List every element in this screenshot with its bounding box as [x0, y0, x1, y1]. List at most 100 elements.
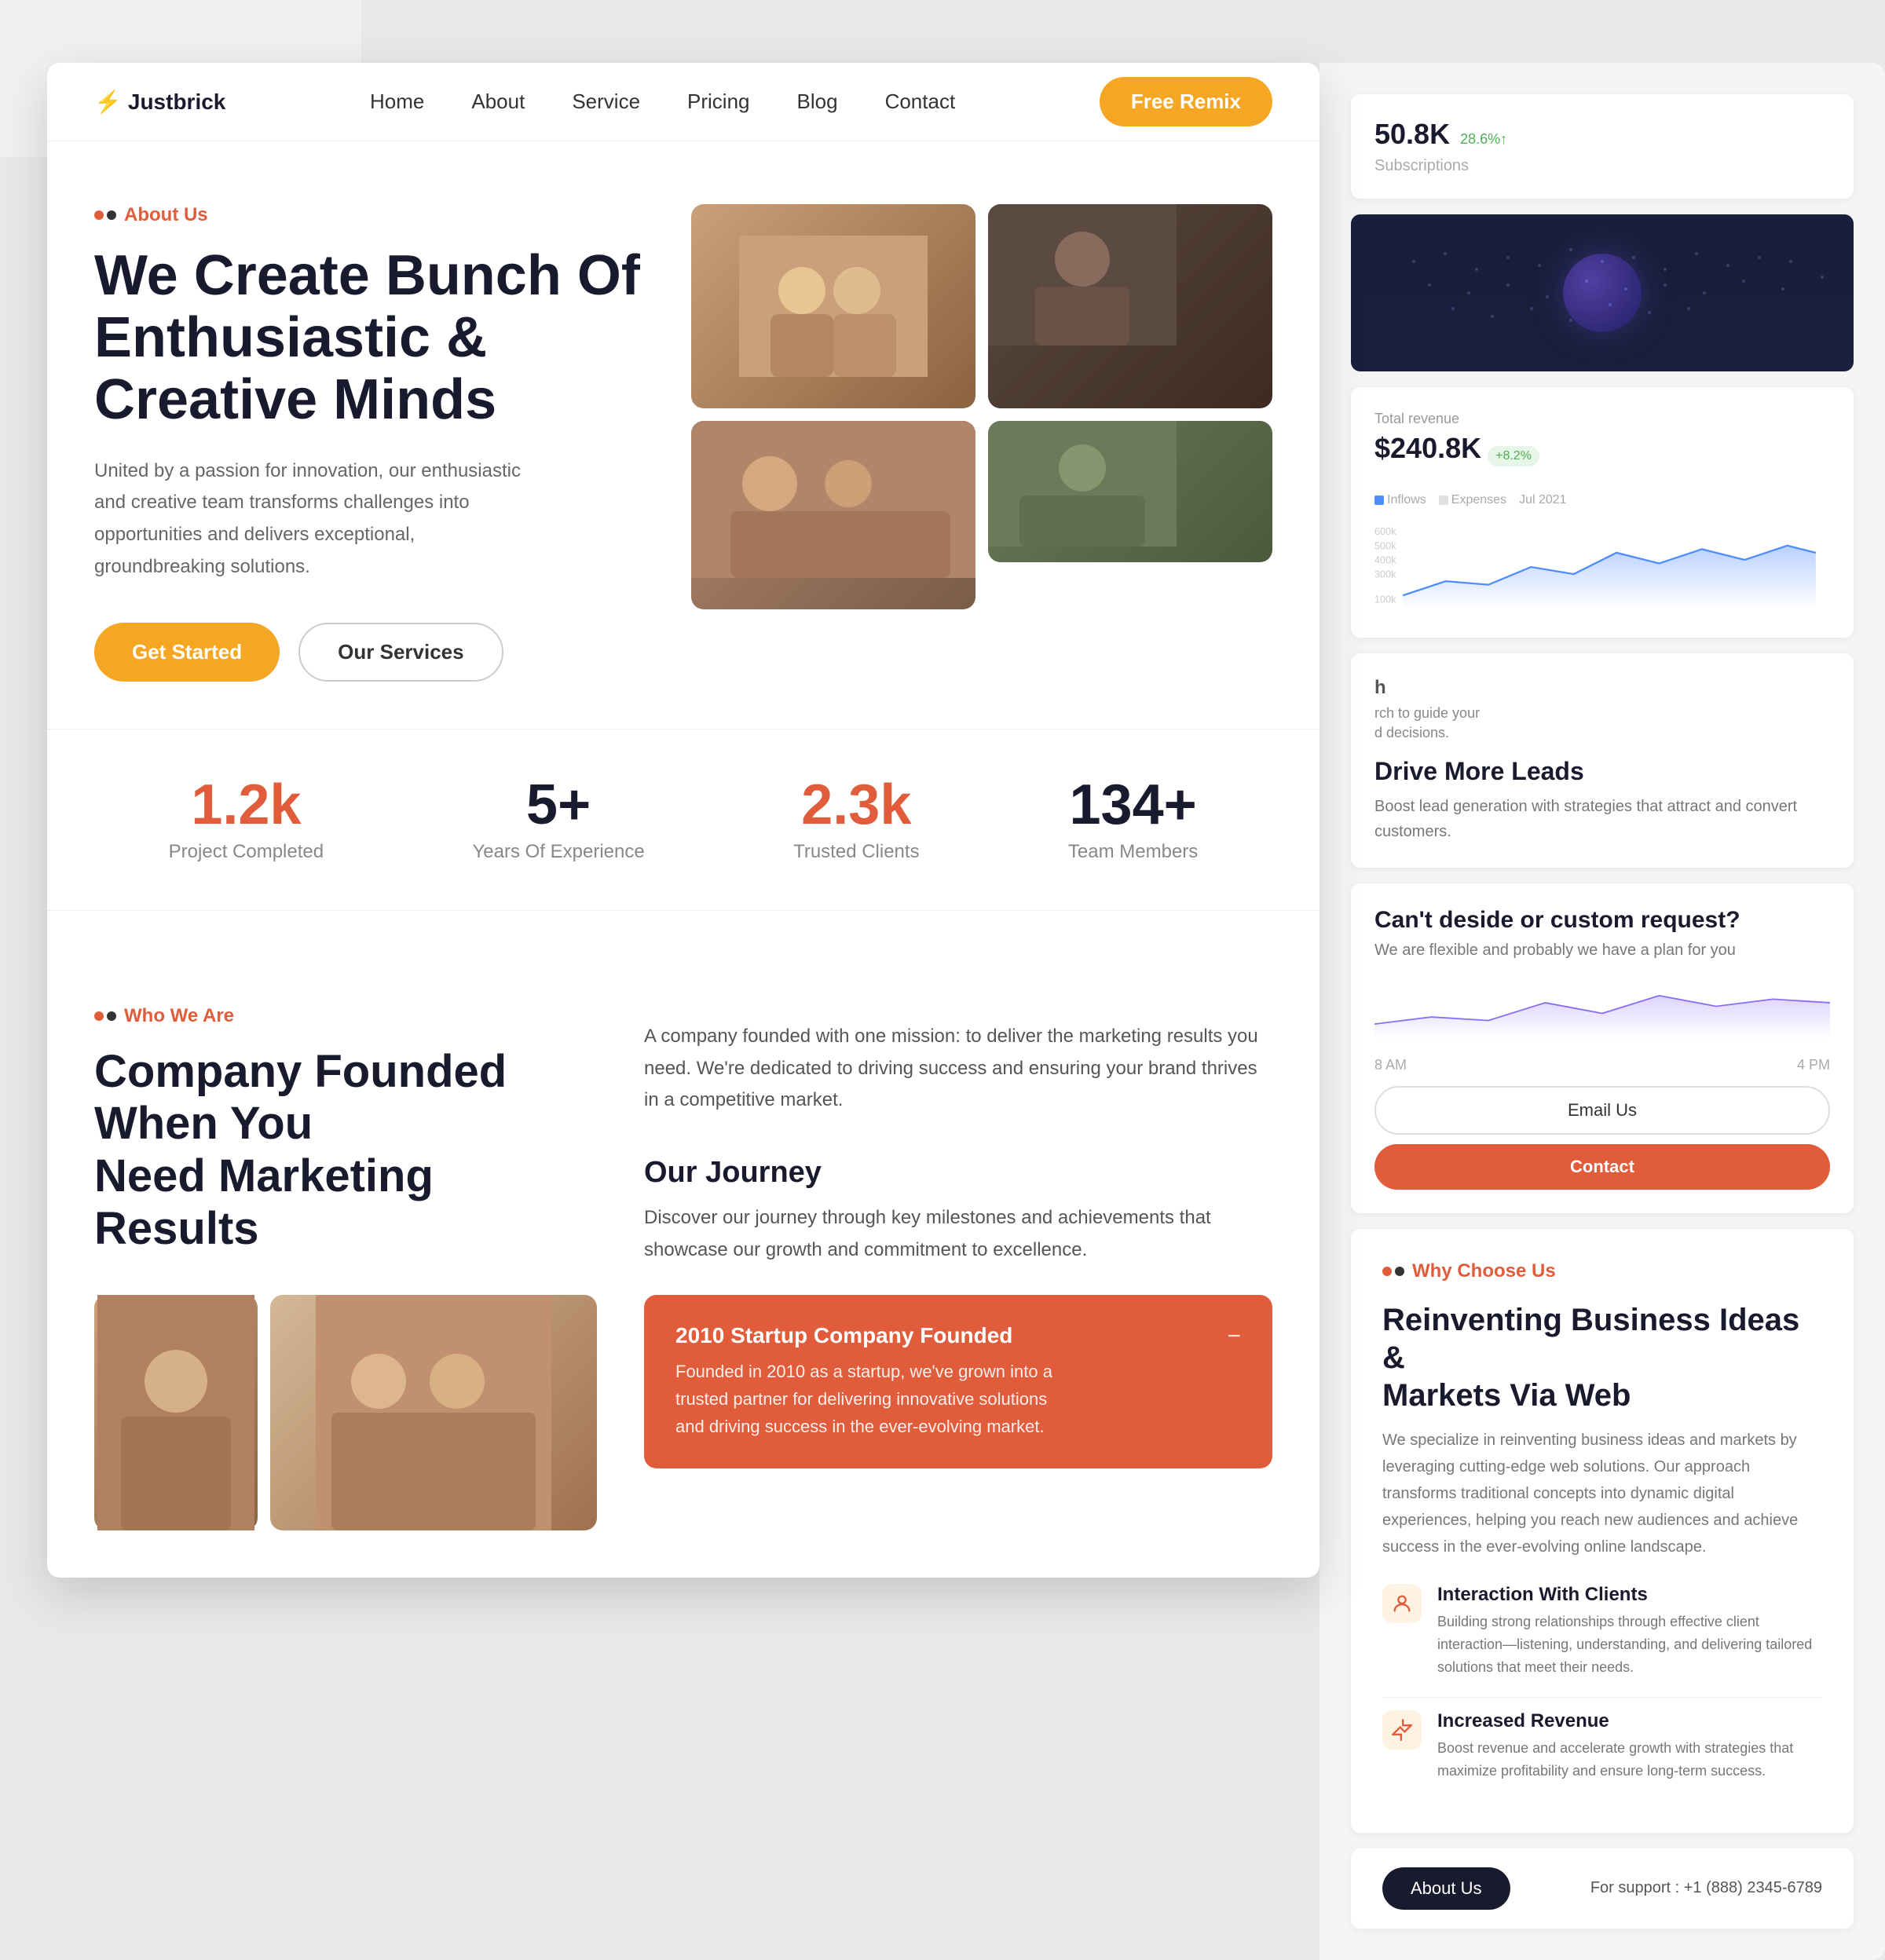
hero-description: United by a passion for innovation, our …	[94, 455, 550, 583]
why-dots	[1382, 1267, 1404, 1276]
journey-card-icon: −	[1227, 1323, 1241, 1350]
subscriptions-label: Subscriptions	[1374, 157, 1830, 175]
why-choose-card: Why Choose Us Reinventing Business Ideas…	[1351, 1229, 1854, 1833]
who-image-2	[270, 1295, 597, 1530]
hero-title: We Create Bunch Of Enthusiastic & Creati…	[94, 245, 644, 432]
stats-section: 1.2k Project Completed 5+ Years Of Exper…	[47, 729, 1320, 911]
time-label-pm: 4 PM	[1797, 1057, 1830, 1073]
why-icon-1	[1382, 1584, 1422, 1623]
nav-item-service[interactable]: Service	[572, 90, 640, 114]
hero-buttons: Get Started Our Services	[94, 623, 644, 682]
journey-title: Our Journey	[644, 1156, 1272, 1190]
dot-dark-2	[107, 1011, 116, 1021]
stat-team: 134+ Team Members	[1068, 777, 1198, 863]
time-label-am: 8 AM	[1374, 1057, 1407, 1073]
nav-item-contact[interactable]: Contact	[885, 90, 956, 114]
search-desc2: d decisions.	[1374, 725, 1830, 741]
why-feature-2-text: Boost revenue and accelerate growth with…	[1437, 1737, 1822, 1783]
nav-item-home[interactable]: Home	[370, 90, 424, 114]
get-started-button[interactable]: Get Started	[94, 623, 280, 682]
our-services-button[interactable]: Our Services	[298, 623, 503, 682]
journey-description: Discover our journey through key milesto…	[644, 1202, 1272, 1267]
legend-expenses: Expenses	[1439, 493, 1506, 507]
leads-title: Drive More Leads	[1374, 757, 1830, 786]
svg-text:400k: 400k	[1374, 554, 1396, 565]
email-us-button[interactable]: Email Us	[1374, 1086, 1830, 1135]
hero-section: About Us We Create Bunch Of Enthusiastic…	[47, 141, 1320, 729]
who-images	[94, 1295, 597, 1530]
svg-text:600k: 600k	[1374, 526, 1396, 537]
navbar: ⚡ Justbrick Home About Service Pricing B…	[47, 63, 1320, 141]
nav-item-blog[interactable]: Blog	[797, 90, 838, 114]
stat-experience-label: Years Of Experience	[472, 841, 644, 863]
nav-item-about[interactable]: About	[471, 90, 525, 114]
why-section-label: Why Choose Us	[1382, 1260, 1822, 1282]
why-choose-label: Why Choose Us	[1412, 1260, 1556, 1282]
top-stats-card: 50.8K 28.6%↑ Subscriptions	[1351, 94, 1854, 199]
revenue-chart: 600k 500k 400k 300k 100k	[1374, 520, 1830, 614]
right-panel: 50.8K 28.6%↑ Subscriptions	[1320, 63, 1885, 1960]
stats-subscriptions-label: 50.8K 28.6%↑	[1374, 118, 1830, 151]
svg-text:500k: 500k	[1374, 540, 1396, 551]
who-description: A company founded with one mission: to d…	[644, 1021, 1272, 1117]
who-label-row: Who We Are	[94, 1005, 597, 1027]
stat-experience: 5+ Years Of Experience	[472, 777, 644, 863]
who-left: Who We Are Company Founded When You Need…	[94, 1005, 597, 1530]
stat-clients-number: 2.3k	[793, 777, 920, 833]
bottom-bar: About Us For support : +1 (888) 2345-678…	[1351, 1848, 1854, 1929]
why-feature-1-text: Building strong relationships through ef…	[1437, 1611, 1822, 1678]
why-title: Reinventing Business Ideas & Markets Via…	[1382, 1301, 1822, 1414]
stat-clients-label: Trusted Clients	[793, 841, 920, 863]
who-section: Who We Are Company Founded When You Need…	[47, 958, 1320, 1578]
why-feature-1-title: Interaction With Clients	[1437, 1584, 1822, 1606]
why-feature-1-content: Interaction With Clients Building strong…	[1437, 1584, 1822, 1678]
stat-projects-number: 1.2k	[169, 777, 324, 833]
who-image-1	[94, 1295, 258, 1530]
custom-text: We are flexible and probably we have a p…	[1374, 942, 1830, 960]
search-desc1: rch to guide your	[1374, 705, 1830, 722]
logo-icon: ⚡	[94, 89, 122, 115]
leads-text: Boost lead generation with strategies th…	[1374, 794, 1830, 844]
stat-team-label: Team Members	[1068, 841, 1198, 863]
map-card	[1351, 214, 1854, 371]
label-dots	[94, 210, 116, 220]
why-feature-2-title: Increased Revenue	[1437, 1710, 1822, 1732]
stat-team-number: 134+	[1068, 777, 1198, 833]
why-feature-1: Interaction With Clients Building strong…	[1382, 1584, 1822, 1678]
mini-chart	[1374, 978, 1830, 1041]
stat-clients: 2.3k Trusted Clients	[793, 777, 920, 863]
nav-item-pricing[interactable]: Pricing	[687, 90, 749, 114]
why-feature-2-content: Increased Revenue Boost revenue and acce…	[1437, 1710, 1822, 1783]
divider	[1382, 1697, 1822, 1698]
nav-links: Home About Service Pricing Blog Contact	[370, 90, 955, 114]
revenue-label: Total revenue	[1374, 411, 1830, 427]
stats-badge: 28.6%↑	[1460, 131, 1507, 147]
contact-button[interactable]: Contact	[1374, 1144, 1830, 1190]
custom-request-card: Can't deside or custom request? We are f…	[1351, 883, 1854, 1213]
search-partial: h	[1374, 677, 1830, 699]
who-we-are-label: Who We Are	[124, 1005, 234, 1027]
revenue-badge: +8.2%	[1488, 446, 1539, 466]
section-label-about: About Us	[94, 204, 644, 226]
journey-card: 2010 Startup Company Founded Founded in …	[644, 1295, 1272, 1469]
dot-red	[94, 210, 104, 220]
revenue-amount: $240.8K	[1374, 432, 1481, 465]
support-text: For support : +1 (888) 2345-6789	[1590, 1879, 1822, 1897]
hero-image-4	[988, 421, 1272, 562]
revenue-card: Total revenue $240.8K +8.2% Inflows Expe…	[1351, 387, 1854, 638]
why-icon-2	[1382, 1710, 1422, 1750]
stat-projects-label: Project Completed	[169, 841, 324, 863]
who-dots	[94, 1011, 116, 1021]
free-remix-button[interactable]: Free Remix	[1100, 77, 1272, 126]
dot-red-3	[1382, 1267, 1392, 1276]
dot-dark	[107, 210, 116, 220]
why-text: We specialize in reinventing business id…	[1382, 1427, 1822, 1560]
who-right: A company founded with one mission: to d…	[644, 1005, 1272, 1469]
hero-image-3	[691, 421, 975, 609]
hero-left: About Us We Create Bunch Of Enthusiastic…	[94, 204, 644, 682]
time-labels: 8 AM 4 PM	[1374, 1057, 1830, 1073]
stat-experience-number: 5+	[472, 777, 644, 833]
journey-card-title: 2010 Startup Company Founded	[675, 1323, 1068, 1348]
brand-name: Justbrick	[128, 90, 226, 115]
about-us-button[interactable]: About Us	[1382, 1867, 1510, 1910]
